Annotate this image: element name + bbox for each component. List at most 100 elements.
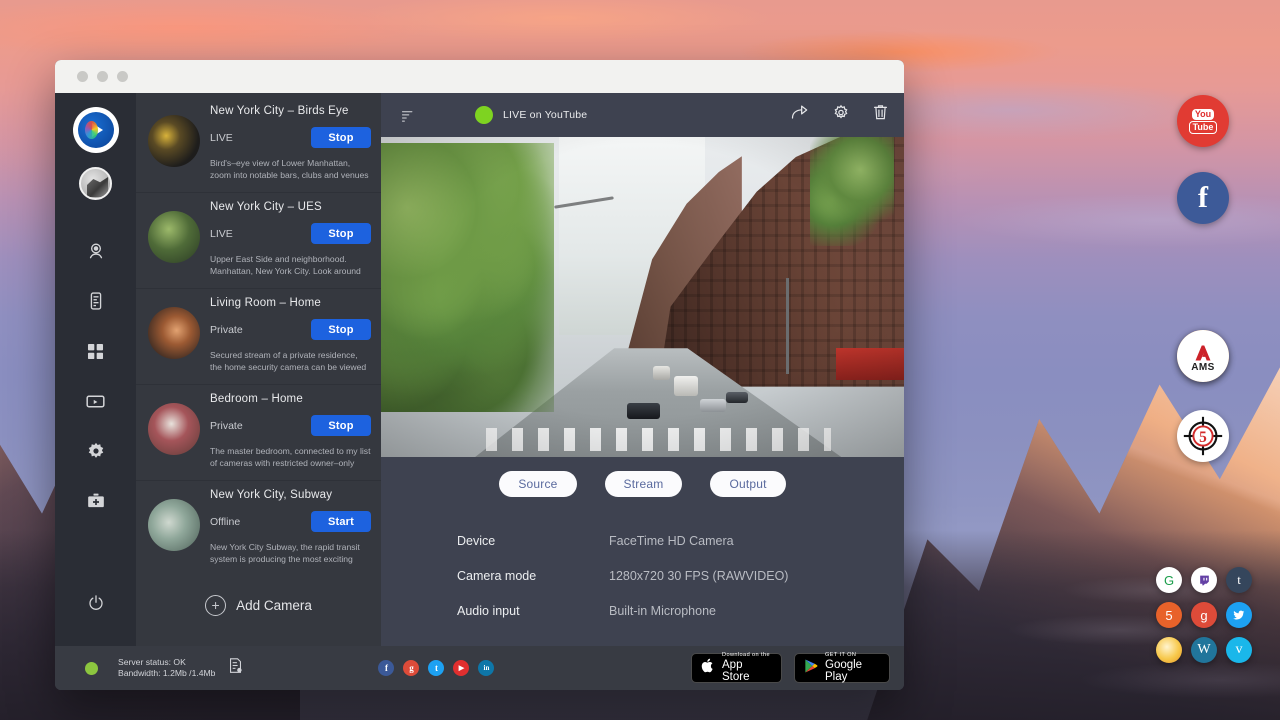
facebook-icon[interactable]: f	[378, 660, 394, 676]
camera-thumbnail	[148, 403, 200, 455]
app-logo[interactable]	[75, 109, 117, 151]
dock-wordpress-icon[interactable]: W	[1191, 637, 1217, 663]
info-value[interactable]: 1280x720 30 FPS (RAWVIDEO)	[609, 569, 788, 583]
dock-target5-icon[interactable]: 5	[1177, 410, 1229, 462]
tab-output[interactable]: Output	[710, 471, 785, 497]
dock-tumblr-label: t	[1237, 572, 1241, 588]
camera-action-button[interactable]: Stop	[311, 319, 371, 340]
sidebar-item-addons[interactable]	[75, 480, 117, 522]
dock-twitch-icon[interactable]	[1191, 567, 1217, 593]
app-store-text: Download on the App Store	[722, 653, 773, 683]
dock-facebook-icon[interactable]: f	[1177, 172, 1229, 224]
dock-grasshopper-icon[interactable]: G	[1156, 567, 1182, 593]
sidebar-item-settings[interactable]	[75, 430, 117, 472]
sidebar-item-power[interactable]	[75, 582, 117, 624]
info-row: Device FaceTime HD Camera	[457, 523, 904, 558]
power-icon	[87, 594, 105, 612]
dock-google-plus-icon[interactable]: g	[1191, 602, 1217, 628]
camera-description: New York City Subway, the rapid transit …	[210, 541, 371, 564]
gear-icon	[86, 441, 106, 461]
list-item[interactable]: Bedroom – Home Private Stop The master b…	[136, 385, 381, 481]
list-item[interactable]: Living Room – Home Private Stop Secured …	[136, 289, 381, 385]
info-label: Audio input	[457, 604, 609, 618]
google-plus-icon[interactable]: g	[403, 660, 419, 676]
app-window: New York City – Birds Eye LIVE Stop Bird…	[55, 60, 904, 690]
target-crosshair-icon: 5	[1180, 413, 1226, 459]
video-preview[interactable]	[381, 137, 904, 457]
share-button[interactable]	[789, 103, 811, 128]
settings-button[interactable]	[831, 103, 851, 128]
sidebar-item-mobile[interactable]	[75, 280, 117, 322]
camera-title: New York City, Subway	[210, 489, 371, 501]
plus-circle-icon: +	[205, 595, 226, 616]
trash-icon	[871, 102, 890, 128]
dock-5-icon[interactable]: 5	[1156, 602, 1182, 628]
adobe-logo-icon	[1190, 343, 1216, 363]
tabs-row: Source Stream Output	[381, 457, 904, 501]
sidebar-item-cameras[interactable]	[75, 230, 117, 272]
google-play-text: GET IT ON Google Play	[825, 653, 881, 683]
twitter-icon[interactable]: t	[428, 660, 444, 676]
window-close-button[interactable]	[77, 71, 88, 82]
dock-adobe-ams-icon[interactable]: AMS	[1177, 330, 1229, 382]
info-table: Device FaceTime HD Camera Camera mode 12…	[381, 501, 904, 628]
app-store-small: Download on the	[722, 653, 773, 659]
camera-title: Bedroom – Home	[210, 393, 371, 405]
grid-icon	[86, 342, 105, 361]
bandwidth-label: Bandwidth: 1.2Mb /1.4Mb	[118, 668, 215, 679]
dock-grasshopper-label: G	[1164, 573, 1174, 588]
dock-vimeo-icon[interactable]: v	[1226, 637, 1252, 663]
camera-status: Private	[210, 420, 243, 432]
sidebar-item-broadcast[interactable]	[75, 380, 117, 422]
list-item[interactable]: New York City – UES LIVE Stop Upper East…	[136, 193, 381, 289]
dock-youtube-icon[interactable]: You Tube	[1177, 95, 1229, 147]
server-status-dot	[85, 662, 98, 675]
google-play-button[interactable]: GET IT ON Google Play	[794, 653, 890, 683]
dock-sun-icon[interactable]	[1156, 637, 1182, 663]
tab-source[interactable]: Source	[499, 471, 576, 497]
camera-list[interactable]: New York City – Birds Eye LIVE Stop Bird…	[136, 93, 381, 564]
list-item[interactable]: New York City, Subway Offline Start New …	[136, 481, 381, 564]
apple-logo-icon	[700, 656, 716, 680]
sidebar-item-dashboard[interactable]	[75, 330, 117, 372]
camera-description: Upper East Side and neighborhood. Manhat…	[210, 253, 371, 279]
sort-lines-icon[interactable]	[387, 108, 427, 123]
dock-twitter-icon[interactable]	[1226, 602, 1252, 628]
window-maximize-button[interactable]	[117, 71, 128, 82]
camera-panel: New York City – Birds Eye LIVE Stop Bird…	[136, 93, 381, 646]
camera-action-button[interactable]: Start	[311, 511, 371, 532]
webcam-icon	[86, 241, 106, 261]
tab-stream[interactable]: Stream	[605, 471, 683, 497]
info-value[interactable]: FaceTime HD Camera	[609, 534, 734, 548]
camera-description: The master bedroom, connected to my list…	[210, 445, 371, 471]
camera-action-button[interactable]: Stop	[311, 127, 371, 148]
list-item[interactable]: New York City – Birds Eye LIVE Stop Bird…	[136, 97, 381, 193]
delete-button[interactable]	[871, 102, 890, 128]
camera-thumbnail	[148, 115, 200, 167]
camera-action-button[interactable]: Stop	[311, 415, 371, 436]
camera-thumbnail	[148, 307, 200, 359]
svg-text:5: 5	[1199, 429, 1207, 446]
social-links: f g t ▶ in	[378, 660, 494, 676]
app-store-button[interactable]: Download on the App Store	[691, 653, 782, 683]
twitch-glyph-icon	[1198, 574, 1211, 587]
add-camera-button[interactable]: + Add Camera	[136, 564, 381, 646]
info-value[interactable]: Built-in Microphone	[609, 604, 716, 618]
linkedin-icon[interactable]: in	[478, 660, 494, 676]
window-body: New York City – Birds Eye LIVE Stop Bird…	[55, 93, 904, 646]
dock-adobe-label: AMS	[1191, 362, 1214, 373]
document-info-icon[interactable]	[227, 657, 244, 679]
dock-tumblr-icon[interactable]: t	[1226, 567, 1252, 593]
youtube-icon[interactable]: ▶	[453, 660, 469, 676]
window-minimize-button[interactable]	[97, 71, 108, 82]
camera-description: Secured stream of a private residence, t…	[210, 349, 371, 375]
screen-play-icon	[85, 391, 106, 412]
camera-action-button[interactable]: Stop	[311, 223, 371, 244]
camera-status: LIVE	[210, 132, 233, 144]
sidebar-item-profile[interactable]	[79, 167, 112, 200]
toolbox-plus-icon	[86, 491, 106, 511]
status-bar: Server status: OK Bandwidth: 1.2Mb /1.4M…	[55, 646, 904, 690]
google-play-icon	[803, 657, 819, 680]
share-arrow-icon	[789, 103, 811, 128]
google-play-big: Google Play	[825, 659, 881, 683]
